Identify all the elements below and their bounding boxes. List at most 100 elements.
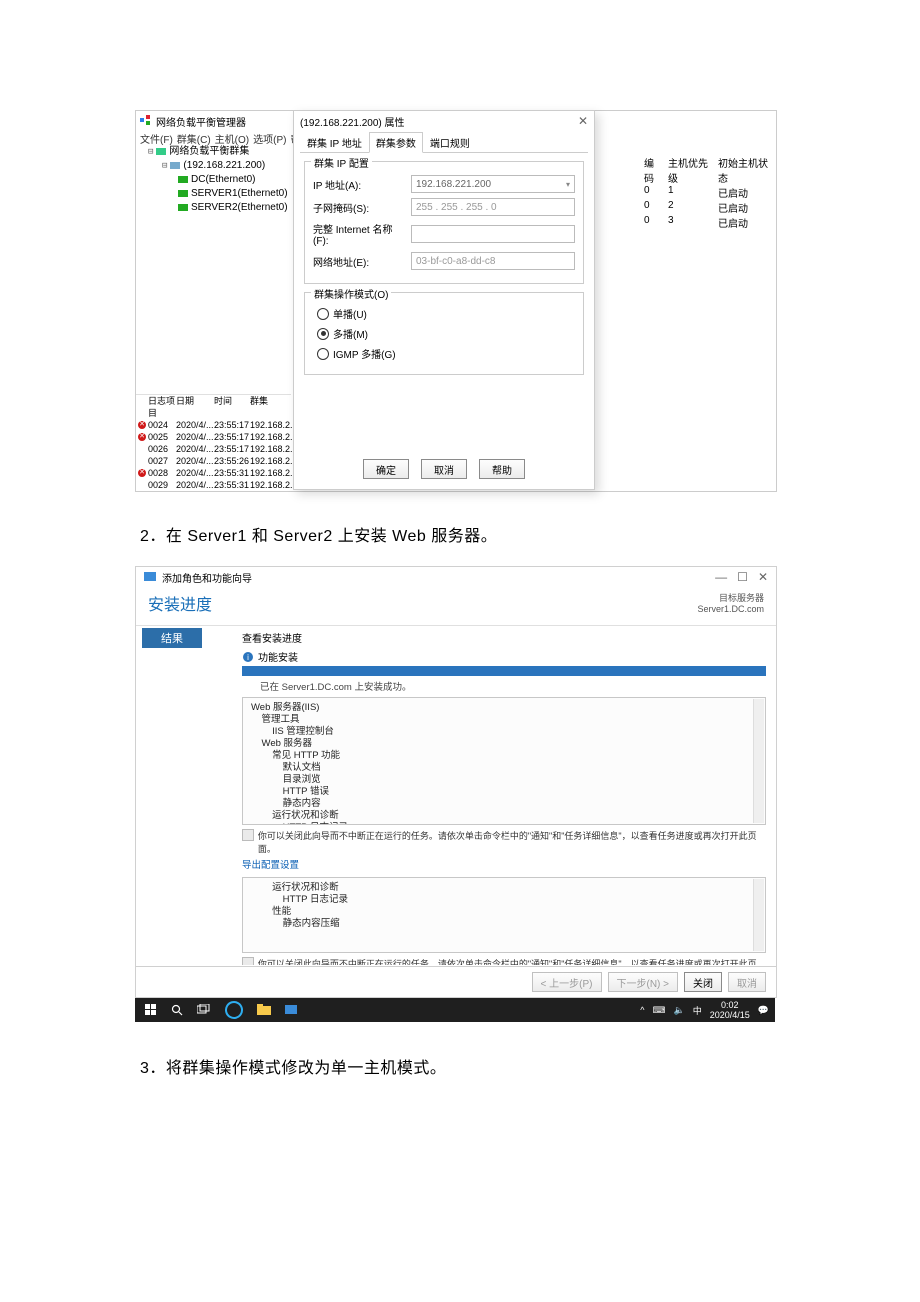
log-row[interactable]: 00262020/4/...23:55:17192.168.2... [136, 443, 291, 455]
radio-icon[interactable] [317, 328, 329, 340]
features-text-short: 运行状况和诊断 HTTP 日志记录 性能 静态内容压缩 [251, 882, 348, 929]
tray-ime[interactable]: 中 [693, 1004, 702, 1017]
info-icon: i [242, 651, 254, 663]
log-col-date: 日期 [176, 395, 214, 419]
ie-icon[interactable] [225, 1001, 243, 1019]
features-list-box-dup[interactable]: 运行状况和诊断 HTTP 日志记录 性能 静态内容压缩 [242, 877, 766, 953]
mac-label: 网络地址(E): [313, 254, 405, 269]
wizard-sidebar: 结果 [136, 625, 232, 965]
menu-file[interactable]: 文件(F) [140, 131, 173, 146]
action-center-icon[interactable]: 💬 [758, 1005, 769, 1016]
ip-combo[interactable]: 192.168.221.200 ▾ [411, 175, 575, 193]
log-row[interactable]: 00272020/4/...23:55:26192.168.2... [136, 455, 291, 467]
app-title: 网络负载平衡管理器 [156, 114, 246, 129]
log-row[interactable]: ✕00252020/4/...23:55:17192.168.2... [136, 431, 291, 443]
wizard-icon [144, 571, 156, 583]
group-operation-mode: 群集操作模式(O) 单播(U) 多播(M) IGMP 多播(G) [304, 292, 584, 375]
expander-icon[interactable]: ⊟ [148, 145, 153, 159]
log-row[interactable]: ✕00242020/4/...23:55:17192.168.2... [136, 419, 291, 431]
wizard-head-title: 安装进度 [148, 591, 212, 615]
success-message: 已在 Server1.DC.com 上安装成功。 [260, 679, 766, 693]
error-icon: ✕ [138, 469, 146, 477]
search-icon[interactable] [171, 1004, 183, 1016]
features-list-box[interactable]: Web 服务器(IIS) 管理工具 IIS 管理控制台 Web 服务器 常见 H… [242, 697, 766, 825]
feature-install-label: 功能安装 [258, 649, 298, 664]
radio-igmp-label: IGMP 多播(G) [333, 346, 396, 361]
start-button[interactable] [145, 1004, 157, 1016]
features-text: Web 服务器(IIS) 管理工具 IIS 管理控制台 Web 服务器 常见 H… [251, 702, 348, 825]
ok-button[interactable]: 确定 [363, 459, 409, 479]
tree-host[interactable]: DC(Ethernet0) [138, 173, 288, 187]
tray-volume-icon[interactable]: 🔈 [674, 1005, 685, 1016]
tree-cluster[interactable]: ⊟ (192.168.221.200) [138, 159, 288, 173]
fqdn-input[interactable] [411, 225, 575, 243]
chevron-down-icon[interactable]: ▾ [566, 180, 570, 189]
menu-host[interactable]: 主机(O) [215, 131, 249, 146]
export-config-link[interactable]: 导出配置设置 [242, 857, 766, 871]
tab-port-rules[interactable]: 端口规则 [423, 132, 477, 153]
window-maximize-icon[interactable]: ☐ [737, 570, 748, 584]
taskbar: ^ ⌨ 🔈 中 0:02 2020/4/15 💬 [135, 998, 775, 1022]
log-row[interactable]: ✕00282020/4/...23:55:31192.168.2... [136, 467, 291, 479]
flag-icon [242, 829, 254, 841]
close-icon[interactable]: ✕ [758, 570, 768, 584]
host-row[interactable]: 0 3 已启动 [644, 215, 774, 230]
server-manager-icon[interactable] [285, 1004, 297, 1016]
radio-multicast[interactable]: 多播(M) [317, 326, 575, 341]
log-row[interactable]: 00292020/4/...23:55:31192.168.2... [136, 479, 291, 491]
radio-icon[interactable] [317, 348, 329, 360]
host-row[interactable]: 0 1 已启动 [644, 185, 774, 200]
menu-cluster[interactable]: 群集(C) [177, 131, 211, 146]
help-button[interactable]: 帮助 [479, 459, 525, 479]
sidebar-item-results[interactable]: 结果 [142, 628, 202, 648]
tab-bar: 群集 IP 地址 群集参数 端口规则 [300, 131, 588, 153]
col-code: 编码 [644, 155, 658, 185]
view-progress-label: 查看安装进度 [242, 630, 766, 645]
host-row[interactable]: 0 2 已启动 [644, 200, 774, 215]
dialog-title: (192.168.221.200) 属性 [300, 114, 405, 129]
col-priority: 主机优先级 [668, 155, 708, 185]
tree-host[interactable]: SERVER2(Ethernet0) [138, 201, 288, 215]
tab-cluster-ip[interactable]: 群集 IP 地址 [300, 132, 369, 153]
close-button[interactable]: 关闭 [684, 972, 722, 992]
tab-cluster-params[interactable]: 群集参数 [369, 132, 423, 153]
expander-icon[interactable]: ⊟ [162, 159, 167, 173]
tree-host-label: SERVER1(Ethernet0) [191, 187, 288, 201]
next-button: 下一步(N) > [608, 972, 679, 992]
dest-server-label: 目标服务器 [697, 591, 764, 604]
app-icon [140, 115, 152, 127]
tree-root[interactable]: ⊟ 网络负载平衡群集 [138, 145, 288, 159]
svg-text:i: i [247, 653, 249, 662]
mask-input[interactable]: 255 . 255 . 255 . 0 [411, 198, 575, 216]
ip-label: IP 地址(A): [313, 177, 405, 192]
cancel-button: 取消 [728, 972, 766, 992]
close-icon[interactable]: ✕ [578, 114, 588, 128]
scrollbar[interactable] [753, 879, 764, 951]
note-text: 你可以关闭此向导而不中断正在运行的任务。请依次单击命令栏中的"通知"和"任务详细… [258, 829, 766, 855]
tree-cluster-label: (192.168.221.200) [183, 159, 265, 173]
host-icon [178, 189, 188, 199]
task-view-icon[interactable] [197, 1004, 211, 1016]
tray-caret-icon[interactable]: ^ [640, 1005, 644, 1015]
menu-options[interactable]: 选项(P) [253, 131, 286, 146]
group-mode-legend: 群集操作模式(O) [311, 286, 391, 301]
radio-unicast[interactable]: 单播(U) [317, 306, 575, 321]
log-col-time: 时间 [214, 395, 250, 419]
tray-clock[interactable]: 0:02 2020/4/15 [710, 1000, 750, 1020]
tray-keyboard-icon[interactable]: ⌨ [653, 1005, 666, 1016]
fqdn-label: 完整 Internet 名称(F): [313, 221, 405, 247]
mask-label: 子网掩码(S): [313, 200, 405, 215]
host-icon [178, 175, 188, 185]
cancel-button[interactable]: 取消 [421, 459, 467, 479]
log-col-entry: 日志项目 [148, 395, 176, 419]
mac-input[interactable]: 03-bf-c0-a8-dd-c8 [411, 252, 575, 270]
prev-button: < 上一步(P) [532, 972, 602, 992]
radio-igmp[interactable]: IGMP 多播(G) [317, 346, 575, 361]
tree-host[interactable]: SERVER1(Ethernet0) [138, 187, 288, 201]
log-col-cluster: 群集 [250, 395, 288, 419]
scrollbar[interactable] [753, 699, 764, 823]
radio-multicast-label: 多播(M) [333, 326, 368, 341]
explorer-icon[interactable] [257, 1004, 271, 1016]
window-minimize-icon[interactable]: — [715, 570, 727, 584]
radio-icon[interactable] [317, 308, 329, 320]
